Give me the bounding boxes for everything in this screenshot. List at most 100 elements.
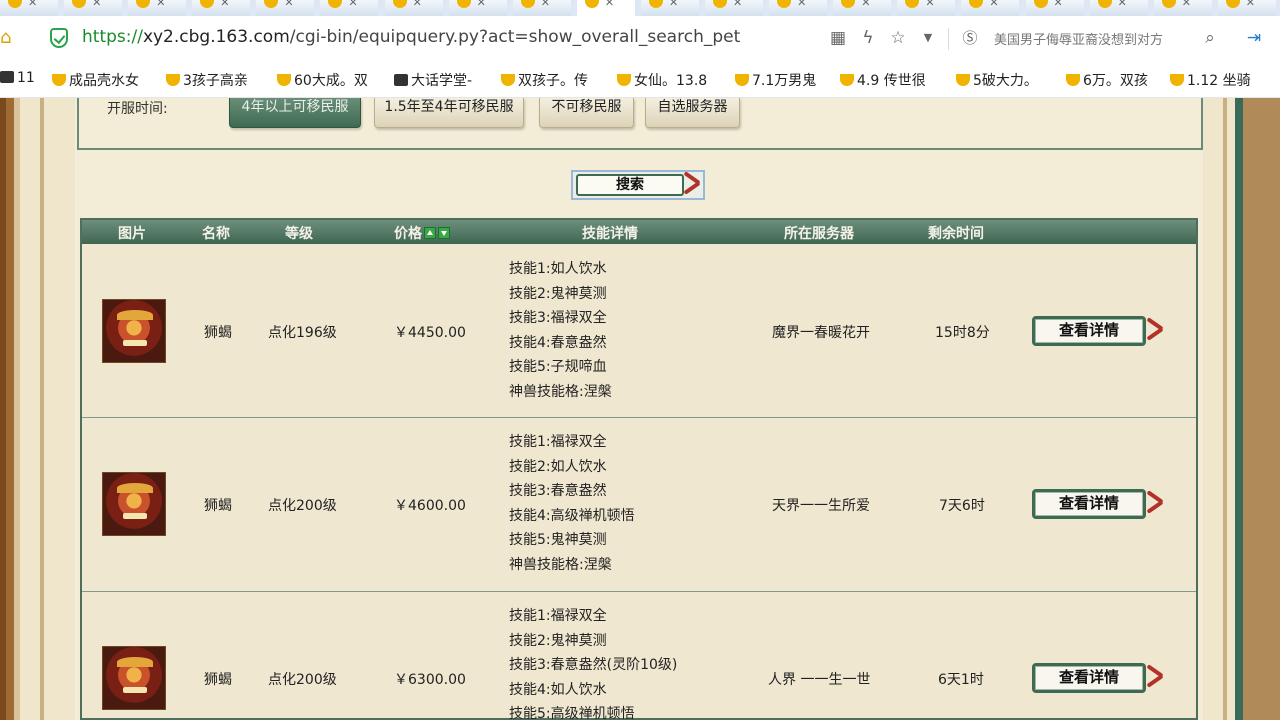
filter-option-4yr-migratable[interactable]: 4年以上可移民服: [229, 98, 361, 128]
browser-tab[interactable]: ✕: [640, 0, 699, 16]
close-icon[interactable]: ✕: [1054, 0, 1063, 9]
star-bookmark-icon[interactable]: ☆: [888, 28, 908, 48]
filter-option-1-5-to-4yr-migratable[interactable]: 1.5年至4年可移民服: [374, 98, 524, 128]
site-favicon-icon: [584, 0, 599, 8]
browser-tab[interactable]: ✕: [384, 0, 443, 16]
site-favicon-icon: [905, 0, 920, 8]
search-button[interactable]: 搜索: [571, 170, 705, 200]
browser-tab[interactable]: ✕: [128, 0, 187, 16]
page-content: 开服时间: 4年以上可移民服 1.5年至4年可移民服 不可移民服 自选服务器 搜…: [0, 98, 1280, 720]
site-favicon-icon: [648, 0, 663, 8]
remaining-time: 15时8分: [935, 325, 990, 341]
bookmark-item[interactable]: 6万。双孩: [1066, 70, 1148, 90]
pet-image[interactable]: [102, 646, 166, 710]
close-icon[interactable]: ✕: [733, 0, 742, 9]
bookmark-icon: [0, 71, 14, 83]
close-icon[interactable]: ✕: [92, 0, 101, 9]
browser-tab[interactable]: ✕: [256, 0, 315, 16]
skill-item: 技能4:如人饮水: [509, 681, 607, 698]
skill-item: 技能3:春意盎然(灵阶10级): [509, 657, 678, 673]
browser-tab[interactable]: ✕: [1153, 0, 1212, 16]
close-icon[interactable]: ✕: [797, 0, 806, 9]
browser-tab[interactable]: ✕: [320, 0, 379, 16]
close-icon[interactable]: ✕: [925, 0, 934, 9]
browser-tab[interactable]: ✕: [1089, 0, 1148, 16]
sort-ascending-icon[interactable]: [424, 227, 436, 239]
browser-tab[interactable]: ✕: [192, 0, 251, 16]
pet-name: 狮蝎: [204, 672, 232, 688]
browser-tab[interactable]: ✕: [64, 0, 123, 16]
pet-level: 点化200级: [268, 672, 337, 688]
bookmark-item[interactable]: 11: [0, 70, 35, 86]
close-icon[interactable]: ✕: [1118, 0, 1127, 9]
close-icon[interactable]: ✕: [1182, 0, 1191, 9]
secure-shield-icon[interactable]: [50, 28, 68, 48]
qr-code-icon[interactable]: ▦: [828, 28, 848, 48]
search-suggestion-text[interactable]: 美国男子侮辱亚裔没想到对方: [994, 29, 1190, 48]
bookmark-item[interactable]: 女仙。13.8: [617, 70, 707, 90]
home-icon[interactable]: ⌂: [0, 28, 18, 48]
browser-tab[interactable]: ✕: [961, 0, 1020, 16]
pet-name: 狮蝎: [204, 325, 232, 341]
bookmark-item[interactable]: 7.1万男鬼: [735, 70, 816, 90]
browser-tab[interactable]: ✕: [512, 0, 571, 16]
browser-tab[interactable]: ✕: [1217, 0, 1276, 16]
close-icon[interactable]: ✕: [861, 0, 870, 9]
pet-image[interactable]: [102, 472, 166, 536]
close-icon[interactable]: ✕: [284, 0, 293, 9]
site-favicon-icon: [328, 0, 343, 8]
filter-option-custom-server[interactable]: 自选服务器: [645, 98, 740, 128]
close-icon[interactable]: ✕: [28, 0, 37, 9]
search-icon[interactable]: ⌕: [1200, 28, 1220, 48]
close-icon[interactable]: ✕: [413, 0, 422, 9]
bookmark-item[interactable]: 3孩子高亲: [166, 70, 248, 90]
view-details-button[interactable]: 查看详情: [1032, 489, 1146, 519]
close-icon[interactable]: ✕: [477, 0, 486, 9]
browser-tab[interactable]: ✕: [705, 0, 764, 16]
column-header-price[interactable]: 价格: [394, 223, 450, 243]
pet-price: ￥4600.00: [394, 498, 466, 514]
browser-tab[interactable]: ✕: [833, 0, 892, 16]
bookmark-item[interactable]: 大话学堂-: [394, 70, 472, 90]
close-icon[interactable]: ✕: [605, 0, 614, 9]
sort-descending-icon[interactable]: [438, 227, 450, 239]
pet-image[interactable]: [102, 299, 166, 363]
site-favicon-icon: [72, 0, 87, 8]
column-header-name: 名称: [202, 226, 230, 242]
close-icon[interactable]: ✕: [669, 0, 678, 9]
bookmark-item[interactable]: 双孩子。传: [501, 70, 588, 90]
bookmark-item[interactable]: 5破大力。: [956, 70, 1038, 90]
bookmark-item[interactable]: 4.9 传世很: [840, 70, 926, 90]
site-favicon-icon: [200, 0, 215, 8]
site-favicon-icon: [1097, 0, 1112, 8]
browser-tab[interactable]: ✕: [0, 0, 58, 16]
chevron-down-icon[interactable]: ▼: [918, 28, 938, 48]
url-field[interactable]: https://xy2.cbg.163.com/cgi-bin/equipque…: [82, 27, 740, 47]
lightning-icon[interactable]: ϟ: [858, 28, 878, 48]
skill-item: 技能4:高级禅机顿悟: [509, 507, 635, 524]
bookmark-item[interactable]: 成品壳水女: [52, 70, 139, 90]
browser-tab-active[interactable]: ✕: [576, 0, 635, 16]
view-details-button[interactable]: 查看详情: [1032, 316, 1146, 346]
close-icon[interactable]: ✕: [220, 0, 229, 9]
view-details-button[interactable]: 查看详情: [1032, 663, 1146, 693]
bookmark-item[interactable]: 60大成。双: [277, 70, 368, 90]
bookmark-icon: [1170, 74, 1184, 86]
browser-tab[interactable]: ✕: [769, 0, 828, 16]
url-prefix: https://: [82, 27, 143, 47]
close-icon[interactable]: ✕: [348, 0, 357, 9]
pet-name: 狮蝎: [204, 498, 232, 514]
close-icon[interactable]: ✕: [989, 0, 998, 9]
login-icon[interactable]: ⇥: [1244, 28, 1264, 48]
browser-tab[interactable]: ✕: [448, 0, 507, 16]
browser-tab[interactable]: ✕: [1025, 0, 1084, 16]
pet-price: ￥6300.00: [394, 672, 466, 688]
main-panel: 开服时间: 4年以上可移民服 1.5年至4年可移民服 不可移民服 自选服务器 搜…: [75, 98, 1203, 720]
close-icon[interactable]: ✕: [156, 0, 165, 9]
search-engine-icon[interactable]: Ⓢ: [960, 28, 980, 48]
bookmark-item[interactable]: 1.12 坐骑: [1170, 70, 1251, 90]
close-icon[interactable]: ✕: [541, 0, 550, 9]
filter-option-non-migratable[interactable]: 不可移民服: [539, 98, 634, 128]
browser-tab[interactable]: ✕: [897, 0, 956, 16]
close-icon[interactable]: ✕: [1246, 0, 1255, 9]
